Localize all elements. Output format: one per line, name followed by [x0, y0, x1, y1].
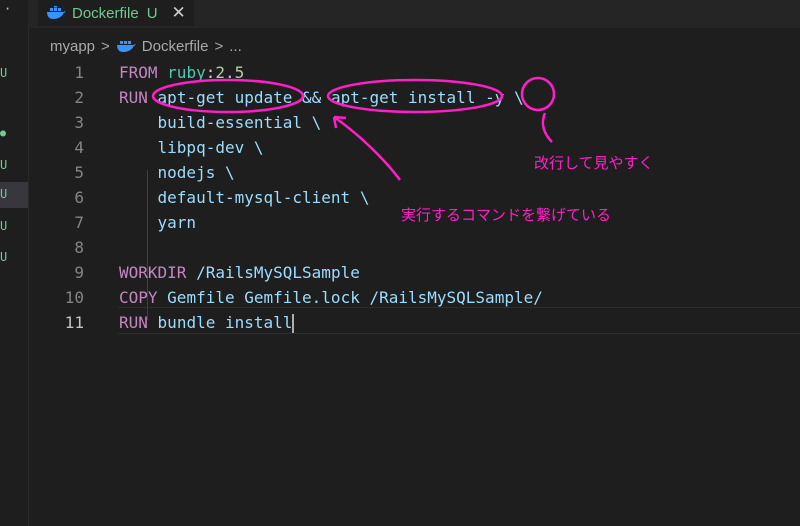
code-text: libpq-dev \: [119, 135, 264, 160]
line-number: 10: [64, 288, 84, 307]
breadcrumb: myapp > Dockerfile > ...: [50, 35, 242, 57]
docker-whale-icon: [47, 6, 66, 19]
code-token: apt-get update &&: [157, 88, 322, 107]
code-token: 2.5: [215, 63, 245, 82]
code-text: yarn: [119, 210, 197, 235]
code-line[interactable]: 4 libpq-dev \: [28, 135, 800, 160]
line-number: 9: [74, 263, 84, 282]
code-token: bundle install: [157, 313, 293, 332]
git-status-untracked: U: [0, 187, 8, 201]
text-cursor: [292, 314, 295, 333]
code-token: RUN: [119, 313, 148, 332]
code-token: ruby: [167, 63, 206, 82]
code-line[interactable]: 11 RUN bundle install: [28, 310, 800, 335]
code-token: Gemfile Gemfile.lock /RailsMySQLSample/: [167, 288, 543, 307]
line-number: 6: [74, 188, 84, 207]
breadcrumb-folder[interactable]: myapp: [50, 38, 95, 55]
annotation-chain-note: 実行するコマンドを繋げている: [401, 207, 612, 224]
chevron-right-icon: >: [214, 37, 224, 55]
code-token: FROM: [119, 63, 158, 82]
code-text: RUN bundle install: [119, 310, 295, 335]
code-line[interactable]: 9 WORKDIR /RailsMySQLSample: [28, 260, 800, 285]
git-status-untracked: U: [0, 250, 8, 264]
git-status-untracked: U: [0, 219, 8, 233]
activity-strip: · U ● U U U U: [0, 0, 29, 526]
tab-git-status: U: [146, 4, 158, 22]
docker-whale-icon: [116, 41, 136, 52]
code-token: build-essential \: [119, 113, 322, 132]
close-icon[interactable]: ✕: [172, 3, 186, 23]
code-text: default-mysql-client \: [119, 185, 370, 210]
breadcrumb-file[interactable]: Dockerfile: [142, 38, 209, 55]
code-text: FROM ruby:2.5: [119, 60, 244, 85]
code-text: build-essential \: [119, 110, 322, 135]
breadcrumb-more[interactable]: ...: [229, 38, 242, 55]
code-line[interactable]: 8: [28, 235, 800, 260]
git-status-dot-icon: ●: [0, 128, 7, 139]
code-token: nodejs \: [119, 163, 235, 182]
line-number: 4: [74, 138, 84, 157]
code-token: WORKDIR: [119, 263, 187, 282]
code-token: RUN: [119, 88, 148, 107]
code-token: libpq-dev \: [119, 138, 264, 157]
code-token: apt-get install -y \: [330, 88, 524, 107]
code-text: COPY Gemfile Gemfile.lock /RailsMySQLSam…: [119, 285, 543, 310]
code-token: default-mysql-client \: [119, 188, 370, 207]
line-number: 5: [74, 163, 84, 182]
code-text: WORKDIR /RailsMySQLSample: [119, 260, 360, 285]
code-text: RUN apt-get update && apt-get install -y…: [119, 85, 524, 110]
code-editor[interactable]: 1 FROM ruby:2.5 2 RUN apt-get update && apt…: [28, 60, 800, 526]
tab-dockerfile[interactable]: Dockerfile U ✕: [38, 0, 194, 26]
git-status-untracked: U: [0, 66, 8, 80]
code-line[interactable]: 1 FROM ruby:2.5: [28, 60, 800, 85]
tab-label: Dockerfile: [72, 4, 139, 22]
code-token: COPY: [119, 288, 158, 307]
code-token: /RailsMySQLSample: [196, 263, 360, 282]
line-number: 7: [74, 213, 84, 232]
annotation-newline-note: 改行して見やすく: [534, 155, 654, 172]
code-line[interactable]: 2 RUN apt-get update && apt-get install -…: [28, 85, 800, 110]
line-number: 2: [74, 88, 84, 107]
line-number: 1: [74, 63, 84, 82]
code-token: yarn: [119, 213, 197, 232]
tab-bar: Dockerfile U ✕: [28, 0, 800, 28]
chevron-right-icon: >: [101, 37, 110, 55]
code-line[interactable]: 10 COPY Gemfile Gemfile.lock /RailsMySQLS…: [28, 285, 800, 310]
line-number: 11: [64, 313, 84, 332]
line-number: 3: [74, 113, 84, 132]
line-number: 8: [74, 238, 84, 257]
code-line[interactable]: 3 build-essential \: [28, 110, 800, 135]
menu-dot-icon[interactable]: ·: [4, 2, 11, 16]
code-token: :: [205, 63, 216, 82]
code-text: nodejs \: [119, 160, 235, 185]
code-line[interactable]: 5 nodejs \: [28, 160, 800, 185]
git-status-untracked: U: [0, 158, 8, 172]
